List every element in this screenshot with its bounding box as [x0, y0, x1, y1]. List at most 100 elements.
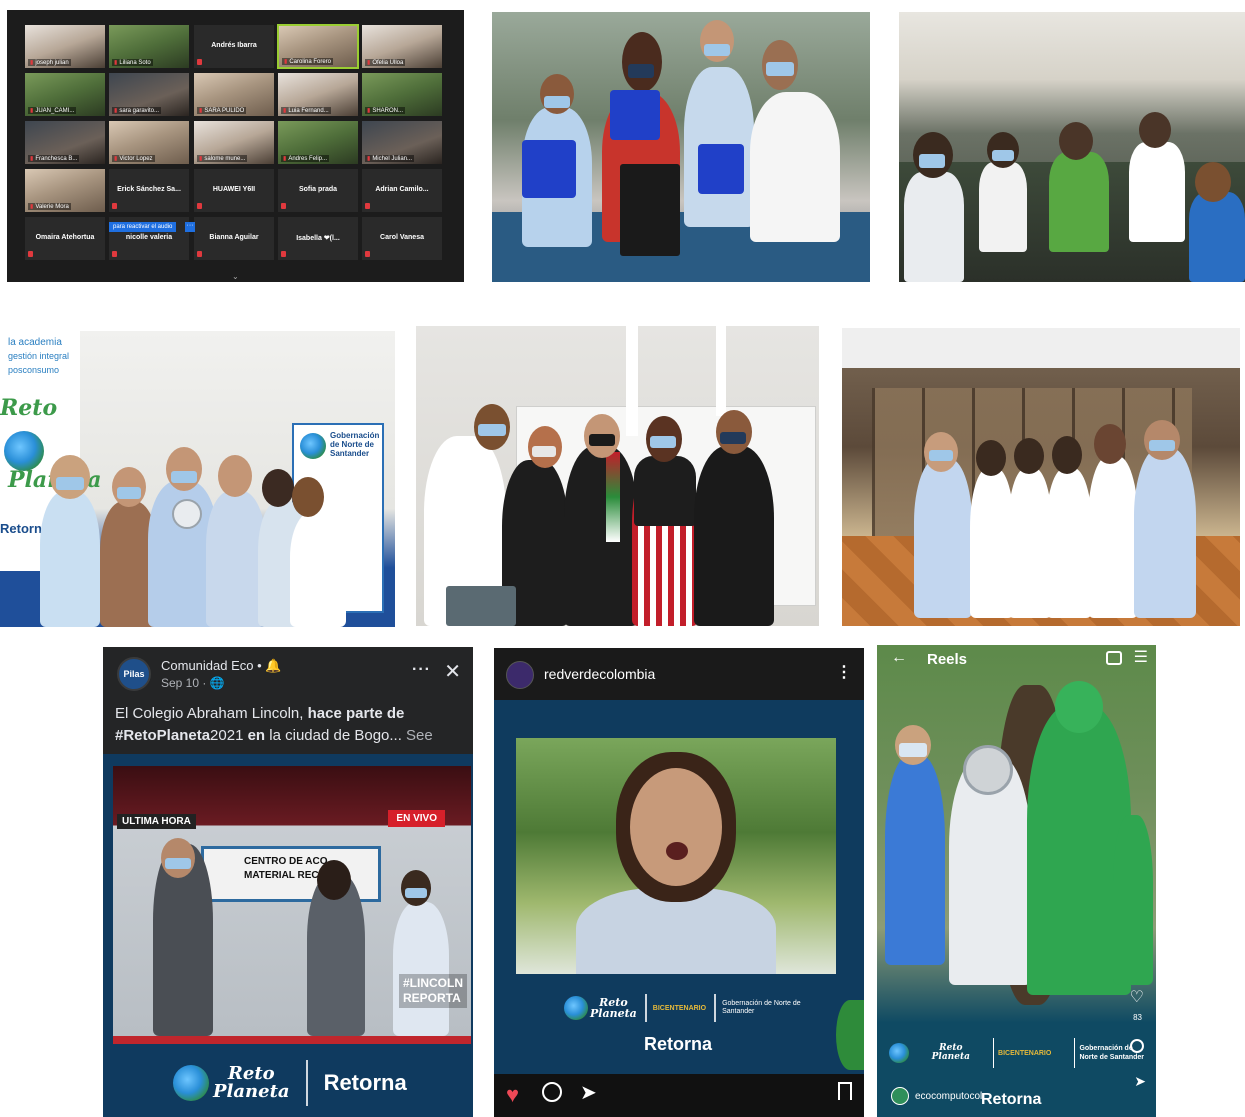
- participant-tile[interactable]: ▮ JUAN_CAMI...: [24, 72, 106, 117]
- participant-name: Luia Fernand...: [288, 108, 329, 114]
- instagram-reel: ← Reels ☰ Reto Planeta BICENTENARIO Gobe…: [877, 645, 1156, 1117]
- camera-icon[interactable]: [1106, 651, 1122, 665]
- participant-tile[interactable]: ▮ Liliana Soto: [108, 24, 190, 69]
- globe-icon: [888, 1043, 909, 1063]
- username[interactable]: redverdecolombia: [544, 666, 655, 682]
- participant-tile[interactable]: Sofia prada: [277, 168, 359, 213]
- hashtag-link[interactable]: #RetoPlaneta: [115, 727, 210, 744]
- participant-tile[interactable]: ▮ Michel Julian...: [361, 120, 443, 165]
- comment-icon[interactable]: [1130, 1039, 1144, 1053]
- participant-tile[interactable]: ▮ Luia Fernand...: [277, 72, 359, 117]
- muted-mic-icon: ▮: [367, 156, 371, 162]
- post-media[interactable]: ULTIMA HORA EN VIVO CENTRO DE ACO... MAT…: [103, 754, 473, 1117]
- page-avatar[interactable]: Pilas: [117, 657, 151, 691]
- participant-tile[interactable]: Isabella ❤(l...: [277, 216, 359, 261]
- photo-students-with-bags: [492, 12, 870, 282]
- zoom-meeting-screenshot: ▮ joseph julian ▮ Liliana Soto Andrés Ibarra…: [7, 10, 464, 282]
- muted-mic-icon: ▮: [30, 60, 34, 66]
- participant-name: Carolina Forero: [289, 59, 331, 65]
- hashtag-line: #LINCOLN: [403, 976, 463, 990]
- logo-line: Planeta: [590, 1007, 637, 1020]
- post-time: Sep 10 · 🌐: [161, 676, 225, 690]
- reto-planeta-logo: Reto Planeta: [590, 997, 637, 1019]
- like-heart-icon[interactable]: ♡: [1130, 987, 1144, 1007]
- participant-tile[interactable]: Andrés Ibarra: [193, 24, 275, 69]
- bicentenario-logo: BICENTENARIO: [652, 1004, 707, 1012]
- like-heart-icon[interactable]: ♥: [506, 1082, 519, 1108]
- muted-mic-icon: [197, 251, 202, 257]
- muted-mic-icon: [365, 203, 370, 209]
- logo-divider: [305, 1060, 308, 1106]
- post-text-bold: hace parte de: [307, 705, 405, 722]
- post-actions: ♥ ➤: [494, 1074, 864, 1117]
- post-text-part: la ciudad de Bogo...: [265, 727, 402, 744]
- muted-mic-icon: [197, 203, 202, 209]
- photo-auditorium-students: [899, 12, 1245, 282]
- reto-planeta-logo: Reto Planeta: [213, 1065, 290, 1101]
- muted-mic-icon: ▮: [199, 156, 203, 162]
- more-options-icon[interactable]: ···: [185, 222, 195, 232]
- user-avatar[interactable]: [506, 661, 534, 689]
- username[interactable]: ecocomputocol: [915, 1091, 982, 1102]
- participant-tile[interactable]: ▮ Valerie Mora: [24, 168, 106, 213]
- participant-tile[interactable]: Bianna Aguilar: [193, 216, 275, 261]
- facebook-post: Pilas Comunidad Eco • 🔔 Sep 10 · 🌐 ··· ✕…: [103, 647, 473, 1117]
- more-options-icon[interactable]: ⋮: [836, 662, 852, 682]
- page-name[interactable]: Comunidad Eco • 🔔: [161, 658, 281, 674]
- participant-name: Ofelia Ulloa: [372, 60, 404, 66]
- blue-bag: [522, 140, 576, 198]
- participant-tile[interactable]: Omaira Atehortua: [24, 216, 106, 261]
- logo-strip: Reto Planeta BICENTENARIO Gobernación de…: [564, 990, 802, 1026]
- participant-tile[interactable]: ▮ Andres Felip...: [277, 120, 359, 165]
- participant-name: Isabella ❤(l...: [296, 235, 340, 242]
- photo-building-group: [842, 328, 1240, 626]
- participant-name: joseph julian: [35, 60, 69, 66]
- participant-tile[interactable]: ▮ sara garavito...: [108, 72, 190, 117]
- back-arrow-icon[interactable]: ←: [891, 649, 907, 667]
- muted-mic-icon: ▮: [283, 108, 287, 114]
- muted-mic-icon: [197, 59, 202, 65]
- participant-name: Victor Lopez: [119, 156, 153, 162]
- banner-text: gestión integral: [8, 351, 70, 361]
- post-media[interactable]: Reto Planeta BICENTENARIO Gobernación de…: [494, 700, 864, 1074]
- chevron-down-icon[interactable]: ⌄: [232, 272, 239, 281]
- photo-gobernacion-award: la academia gestión integral posconsumo …: [0, 331, 395, 627]
- participant-tile[interactable]: Erick Sánchez Sa...: [108, 168, 190, 213]
- muted-mic-icon: [281, 203, 286, 209]
- more-options-icon[interactable]: ···: [412, 661, 431, 679]
- participant-name: Erick Sánchez Sa...: [117, 186, 181, 193]
- retorna-logo: Retorna: [981, 1091, 1042, 1108]
- participant-tile[interactable]: Carol Vanesa: [361, 216, 443, 261]
- user-avatar[interactable]: [891, 1087, 909, 1105]
- muted-mic-icon: ▮: [284, 59, 288, 65]
- participant-tile[interactable]: ▮ Ofelia Ulloa: [361, 24, 443, 69]
- participant-tile[interactable]: Adrian Camilo...: [361, 168, 443, 213]
- muted-mic-icon: ▮: [30, 108, 34, 114]
- bookmark-icon[interactable]: [838, 1082, 852, 1100]
- participant-tile[interactable]: ▮ salome mune...: [193, 120, 275, 165]
- menu-icon[interactable]: ☰: [1134, 647, 1148, 667]
- participant-name: Omaira Atehortua: [35, 234, 95, 241]
- participant-tile[interactable]: ▮ Victor Lopez: [108, 120, 190, 165]
- participant-tile[interactable]: ▮ SHARON...: [361, 72, 443, 117]
- close-icon[interactable]: ✕: [444, 659, 461, 684]
- participant-tile[interactable]: ▮ SARA PULIDO: [193, 72, 275, 117]
- news-video-frame[interactable]: ULTIMA HORA EN VIVO CENTRO DE ACO... MAT…: [113, 766, 471, 1036]
- participant-tile[interactable]: ▮ joseph julian: [24, 24, 106, 69]
- student-video-frame[interactable]: [516, 738, 836, 974]
- share-icon[interactable]: ➤: [580, 1080, 597, 1105]
- reels-title: Reels: [927, 651, 968, 668]
- unmute-tooltip[interactable]: para reactivar el audio: [109, 222, 177, 232]
- post-text-part: 2021: [210, 727, 248, 744]
- ultima-hora-tag: ULTIMA HORA: [117, 814, 196, 829]
- participant-tile[interactable]: ▮ Franchesca B...: [24, 120, 106, 165]
- share-icon[interactable]: ➤: [1134, 1073, 1146, 1090]
- logo-divider: [714, 994, 717, 1022]
- participant-tile[interactable]: HUAWEI Y6II: [193, 168, 275, 213]
- participant-tile[interactable]: ▮ Carolina Forero: [277, 24, 359, 69]
- comment-icon[interactable]: [542, 1082, 562, 1102]
- seal-icon: [300, 433, 326, 459]
- logo-strip: Reto Planeta BICENTENARIO Gobernación de…: [877, 1025, 1156, 1081]
- award-plaque: [172, 499, 202, 529]
- participant-name: Adrian Camilo...: [375, 186, 429, 193]
